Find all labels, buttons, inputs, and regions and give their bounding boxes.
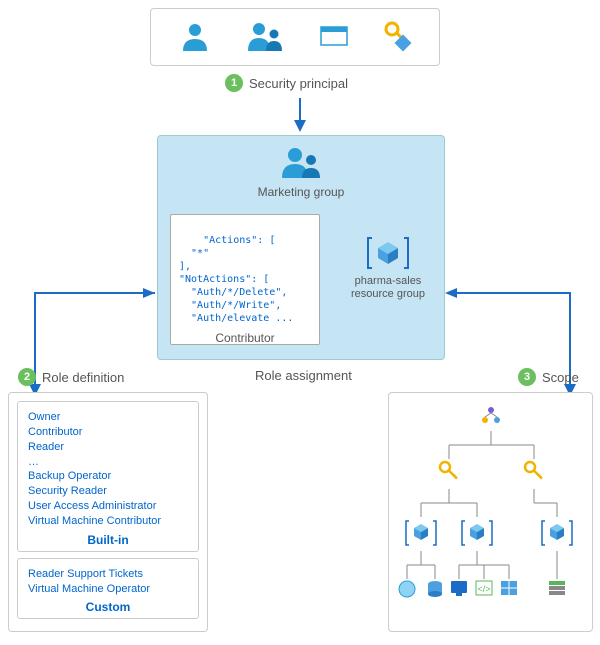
key-icon — [440, 462, 458, 479]
grid-icon — [501, 581, 517, 595]
role-json-text: "Actions": [ "*" ], "NotActions": [ "Aut… — [179, 235, 293, 324]
custom-roles-list: Reader Support TicketsVirtual Machine Op… — [28, 567, 188, 597]
security-principal-text: Security principal — [249, 76, 348, 91]
resource-group-label: pharma-sales resource group — [343, 275, 433, 301]
arrow-down-icon — [293, 98, 307, 132]
role-item: Owner — [28, 410, 188, 425]
security-principal-label: 1 Security principal — [225, 74, 348, 92]
cube-bracket-icon — [542, 521, 572, 545]
role-item: Virtual Machine Contributor — [28, 514, 188, 529]
role-item: Virtual Machine Operator — [28, 582, 188, 597]
group-icon — [245, 19, 285, 56]
role-definition-panel: OwnerContributorReader…Backup OperatorSe… — [8, 392, 208, 632]
arrow-right-icon — [445, 288, 580, 408]
cube-bracket-icon — [406, 521, 436, 545]
role-assignment-label: Role assignment — [255, 368, 352, 383]
monitor-icon — [451, 581, 467, 593]
role-item: Reader — [28, 440, 188, 455]
badge-3: 3 — [518, 368, 536, 386]
key-icon — [525, 462, 543, 479]
role-assignment-panel: Marketing group "Actions": [ "*" ], "Not… — [157, 135, 445, 360]
custom-roles-box: Reader Support TicketsVirtual Machine Op… — [17, 558, 199, 620]
svg-text:</>: </> — [477, 584, 490, 594]
role-item: Reader Support Tickets — [28, 567, 188, 582]
server-icon — [549, 581, 565, 595]
scope-hierarchy-tree: </> — [389, 393, 594, 633]
scope-label: 3 Scope — [518, 368, 579, 386]
badge-2: 2 — [18, 368, 36, 386]
database-icon — [428, 581, 442, 597]
role-item: … — [28, 455, 188, 470]
scope-panel: </> — [388, 392, 593, 632]
security-principal-panel — [150, 8, 440, 66]
role-item: User Access Administrator — [28, 499, 188, 514]
role-item: Contributor — [28, 425, 188, 440]
role-item: Backup Operator — [28, 469, 188, 484]
arrow-left-icon — [25, 288, 160, 408]
role-definition-label: 2 Role definition — [18, 368, 124, 386]
code-icon: </> — [476, 581, 492, 595]
contributor-label: Contributor — [170, 331, 320, 345]
key-icon — [382, 19, 412, 56]
globe-icon — [399, 581, 415, 597]
badge-1: 1 — [225, 74, 243, 92]
scope-text: Scope — [542, 370, 579, 385]
hierarchy-icon — [482, 407, 500, 423]
user-icon — [178, 19, 212, 56]
cube-bracket-icon — [462, 521, 492, 545]
app-icon — [319, 23, 349, 52]
role-definition-text: Role definition — [42, 370, 124, 385]
builtin-label: Built-in — [28, 533, 188, 547]
builtin-roles-list: OwnerContributorReader…Backup OperatorSe… — [28, 410, 188, 529]
role-json-snippet: "Actions": [ "*" ], "NotActions": [ "Aut… — [170, 214, 320, 345]
group-icon — [279, 169, 323, 183]
cube-bracket-icon — [366, 261, 410, 275]
custom-label: Custom — [28, 600, 188, 614]
builtin-roles-box: OwnerContributorReader…Backup OperatorSe… — [17, 401, 199, 552]
marketing-group-label: Marketing group — [158, 185, 444, 199]
role-item: Security Reader — [28, 484, 188, 499]
